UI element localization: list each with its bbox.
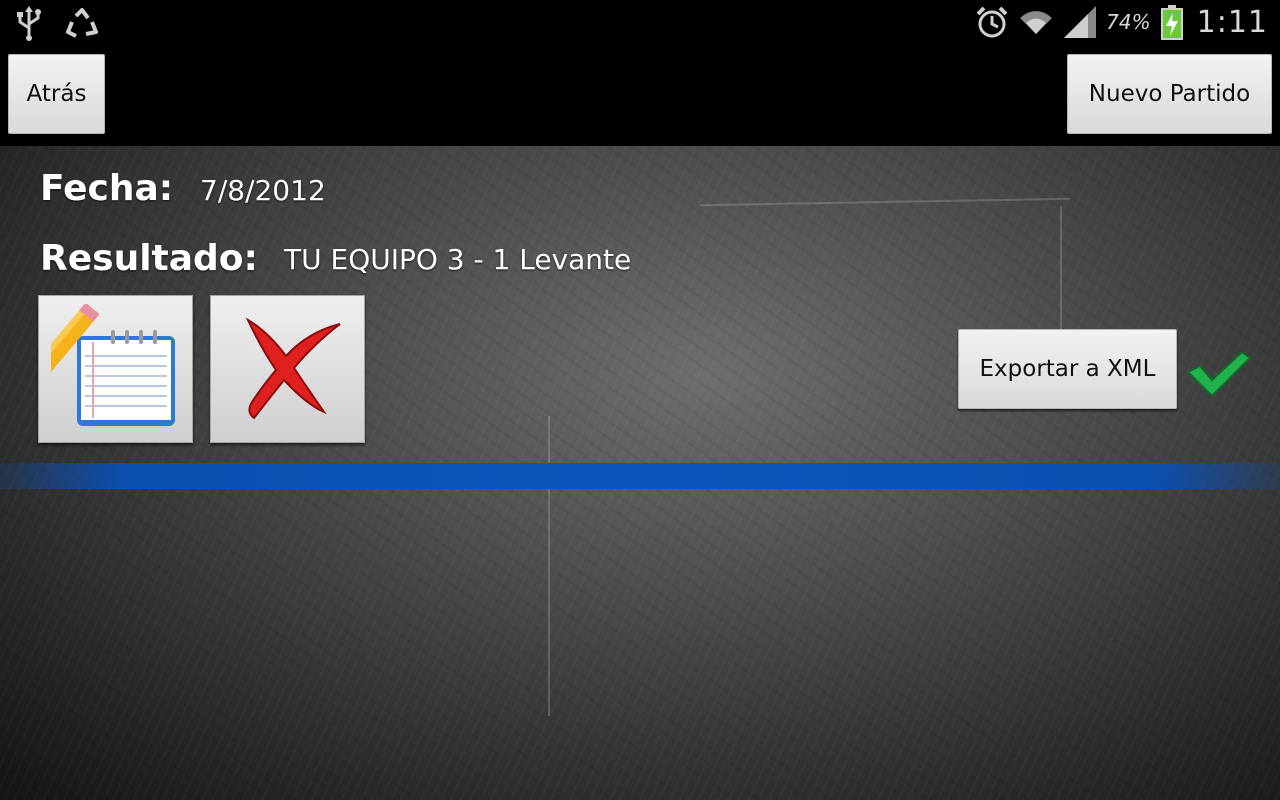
battery-percent: 74% xyxy=(1106,10,1151,34)
divider-bar xyxy=(0,463,1280,489)
alarm-icon xyxy=(974,4,1008,40)
signal-icon xyxy=(1062,4,1097,40)
usb-icon xyxy=(12,6,46,42)
wifi-icon xyxy=(1018,4,1053,40)
status-bar: 74% 1:11 xyxy=(0,0,1280,48)
action-bar: Atrás Nuevo Partido xyxy=(0,48,1280,146)
screen: 74% 1:11 Atrás Nuevo Partido Fecha: 7/8/… xyxy=(0,0,1280,800)
clock: 1:11 xyxy=(1196,4,1268,40)
fecha-value: 7/8/2012 xyxy=(200,174,326,207)
edit-match-button[interactable] xyxy=(16,295,193,443)
check-icon xyxy=(1186,348,1252,398)
export-xml-button[interactable]: Exportar a XML xyxy=(958,329,1177,409)
back-button[interactable]: Atrás xyxy=(8,54,105,134)
resultado-label: Resultado: xyxy=(40,238,258,279)
delete-match-button[interactable] xyxy=(210,295,365,443)
match-detail-panel: Fecha: 7/8/2012 Resultado: TU EQUIPO 3 -… xyxy=(0,146,1280,800)
resultado-value: TU EQUIPO 3 - 1 Levante xyxy=(284,243,632,276)
battery-charging-icon xyxy=(1160,4,1183,40)
edit-notepad-icon xyxy=(16,302,181,434)
recycle-icon xyxy=(64,6,98,42)
new-match-button[interactable]: Nuevo Partido xyxy=(1067,54,1272,134)
background-crack xyxy=(548,416,550,716)
delete-x-icon xyxy=(228,312,348,426)
fecha-label: Fecha: xyxy=(40,168,174,209)
